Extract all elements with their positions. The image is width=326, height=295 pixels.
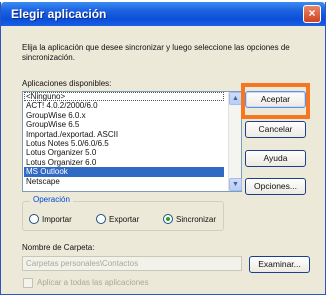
instructions-text: Elija la aplicación que desee sincroniza… [22,43,290,62]
operation-legend: Operación [30,195,73,205]
list-item[interactable]: Lotus Organizer 6.0 [24,158,224,167]
list-item[interactable]: GroupWise 6.5 [24,120,224,129]
help-button[interactable]: Ayuda [245,150,306,167]
available-apps-label: Aplicaciones disponibles: [22,79,112,88]
applications-listbox[interactable]: <Ninguno> ACT! 4.0.2/2000/6.0 GroupWise 6.… [22,91,242,192]
options-button[interactable]: Opciones... [245,178,306,195]
list-item[interactable]: <Ninguno> [24,92,224,102]
applications-list[interactable]: <Ninguno> ACT! 4.0.2/2000/6.0 GroupWise 6.… [24,92,224,186]
vertical-scrollbar[interactable]: ▲ ▼ [228,92,242,191]
import-radio[interactable] [29,214,39,224]
title-bar[interactable]: Elegir aplicación × [1,2,325,26]
list-item[interactable]: Importad./exportad. ASCII [24,130,224,139]
scroll-down-icon[interactable]: ▼ [229,178,242,191]
folder-name-label: Nombre de Carpeta: [22,243,95,252]
list-item[interactable]: MS Outlook [24,167,224,177]
list-item[interactable]: ACT! 4.0.2/2000/6.0 [24,101,224,110]
list-item[interactable]: GroupWise 6.0.x [24,111,224,120]
import-radio-label[interactable]: Importar [42,215,72,225]
list-item[interactable]: Netscape [24,177,224,186]
browse-button[interactable]: Examinar... [249,256,310,273]
apply-all-checkbox[interactable] [23,278,33,288]
window-title: Elegir aplicación [11,7,107,21]
close-icon[interactable]: × [303,5,321,23]
synchronize-radio-label[interactable]: Sincronizar [176,215,216,225]
export-radio[interactable] [96,214,106,224]
list-item[interactable]: Lotus Notes 5.0/6.0/6.5 [24,139,224,148]
cancel-button[interactable]: Cancelar [245,121,306,138]
apply-all-label[interactable]: Aplicar a todas las aplicaciones [37,278,149,288]
synchronize-radio[interactable] [163,214,173,224]
export-radio-label[interactable]: Exportar [109,215,139,225]
list-item[interactable]: Lotus Organizer 5.0 [24,148,224,157]
accept-highlight-frame [241,83,310,119]
folder-name-field[interactable]: Carpetas personales\Contactos [22,256,242,271]
